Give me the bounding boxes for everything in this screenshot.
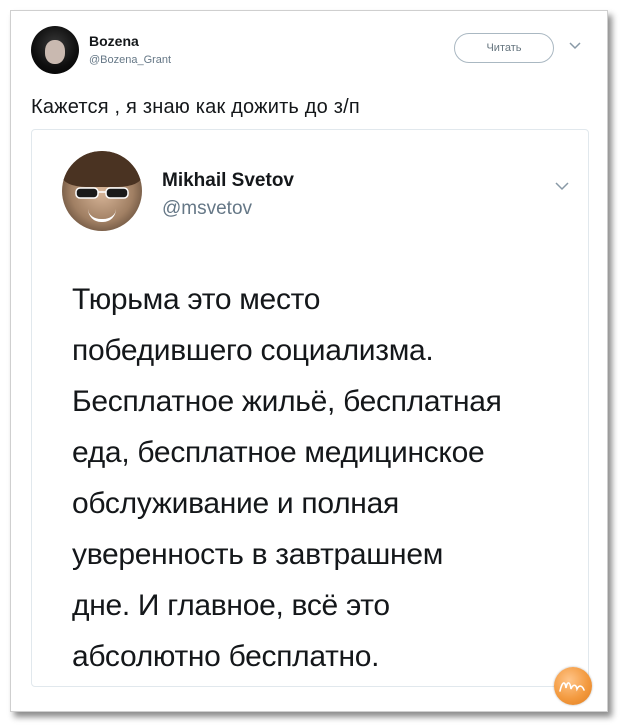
sunglasses-icon: [75, 187, 129, 199]
quoted-text-line: уверенность в завтрашнем: [72, 538, 444, 571]
watermark-logo-art: [559, 682, 585, 693]
quoted-text-line: еда, бесплатное медицинское: [72, 436, 485, 469]
quoted-text-line: дне. И главное, всё это: [72, 589, 390, 622]
avatar-smile: [88, 209, 116, 222]
follow-button[interactable]: Читать: [454, 33, 554, 63]
author-name[interactable]: Bozena: [89, 33, 139, 49]
author-avatar[interactable]: [31, 26, 79, 74]
avatar-face: [45, 40, 65, 64]
quoted-tweet[interactable]: Mikhail Svetov @msvetov Тюрьма это место…: [31, 129, 589, 687]
quoted-text-line: победившего социализма.: [72, 334, 434, 367]
quoted-text-line: Тюрьма это место: [72, 283, 321, 316]
quoted-text-line: Бесплатное жильё, бесплатная: [72, 385, 502, 418]
chevron-down-icon[interactable]: [568, 39, 582, 53]
quoted-author-handle[interactable]: @msvetov: [162, 198, 252, 220]
watermark-logo: [554, 667, 592, 705]
chevron-down-icon[interactable]: [554, 178, 570, 194]
author-handle[interactable]: @Bozena_Grant: [89, 54, 171, 66]
quoted-author-avatar[interactable]: [62, 151, 142, 231]
avatar-hair: [62, 151, 142, 187]
quoted-tweet-text: Тюрьма это место победившего социализма.…: [72, 274, 572, 682]
quoted-text-line: обслуживание и полная: [72, 487, 399, 520]
tweet-frame: Bozena @Bozena_Grant Читать Кажется , я …: [10, 10, 608, 712]
quoted-author-name[interactable]: Mikhail Svetov: [162, 170, 294, 192]
quoted-text-line: абсолютно бесплатно.: [72, 640, 380, 673]
tweet-text: Кажется , я знаю как дожить до з/п: [31, 96, 360, 118]
